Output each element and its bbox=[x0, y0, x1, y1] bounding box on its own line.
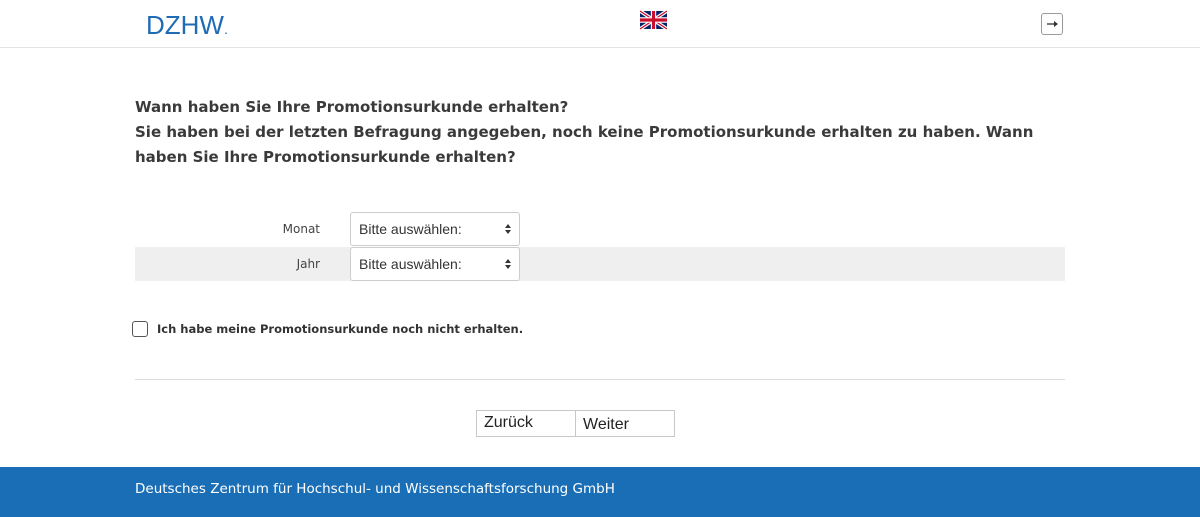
year-select-value: Bitte auswählen: bbox=[359, 256, 462, 272]
month-select[interactable]: Bitte auswählen: bbox=[350, 212, 520, 246]
question-subtitle: Sie haben bei der letzten Befragung ange… bbox=[135, 123, 1034, 166]
top-bar: DZHW. bbox=[0, 0, 1200, 48]
select-caret-icon bbox=[505, 259, 511, 269]
next-button[interactable]: Weiter bbox=[575, 410, 675, 437]
question-title: Wann haben Sie Ihre Promotionsurkunde er… bbox=[135, 98, 569, 116]
dzhw-logo: DZHW. bbox=[146, 11, 228, 43]
logo-text: DZHW bbox=[146, 10, 224, 40]
not-received-checkbox[interactable] bbox=[132, 321, 148, 337]
logout-icon bbox=[1047, 21, 1058, 27]
uk-flag-icon[interactable] bbox=[639, 9, 668, 31]
divider bbox=[135, 379, 1065, 380]
question-text: Wann haben Sie Ihre Promotionsurkunde er… bbox=[135, 95, 1075, 170]
footer: Deutsches Zentrum für Hochschul- und Wis… bbox=[0, 467, 1200, 517]
footer-text: Deutsches Zentrum für Hochschul- und Wis… bbox=[135, 481, 615, 497]
logout-button[interactable] bbox=[1041, 13, 1063, 35]
logo-dot: . bbox=[223, 21, 228, 37]
month-row: Monat Bitte auswählen: bbox=[135, 212, 1065, 246]
select-caret-icon bbox=[505, 224, 511, 234]
year-row: Jahr Bitte auswählen: bbox=[135, 247, 1065, 281]
month-select-value: Bitte auswählen: bbox=[359, 221, 462, 237]
year-select[interactable]: Bitte auswählen: bbox=[350, 247, 520, 281]
year-label: Jahr bbox=[296, 257, 320, 271]
not-received-label[interactable]: Ich habe meine Promotionsurkunde noch ni… bbox=[157, 322, 523, 336]
next-button-label: Weiter bbox=[583, 416, 629, 433]
month-label: Monat bbox=[282, 222, 320, 236]
back-button-label: Zurück bbox=[484, 414, 533, 431]
back-button[interactable]: Zurück bbox=[476, 410, 576, 437]
